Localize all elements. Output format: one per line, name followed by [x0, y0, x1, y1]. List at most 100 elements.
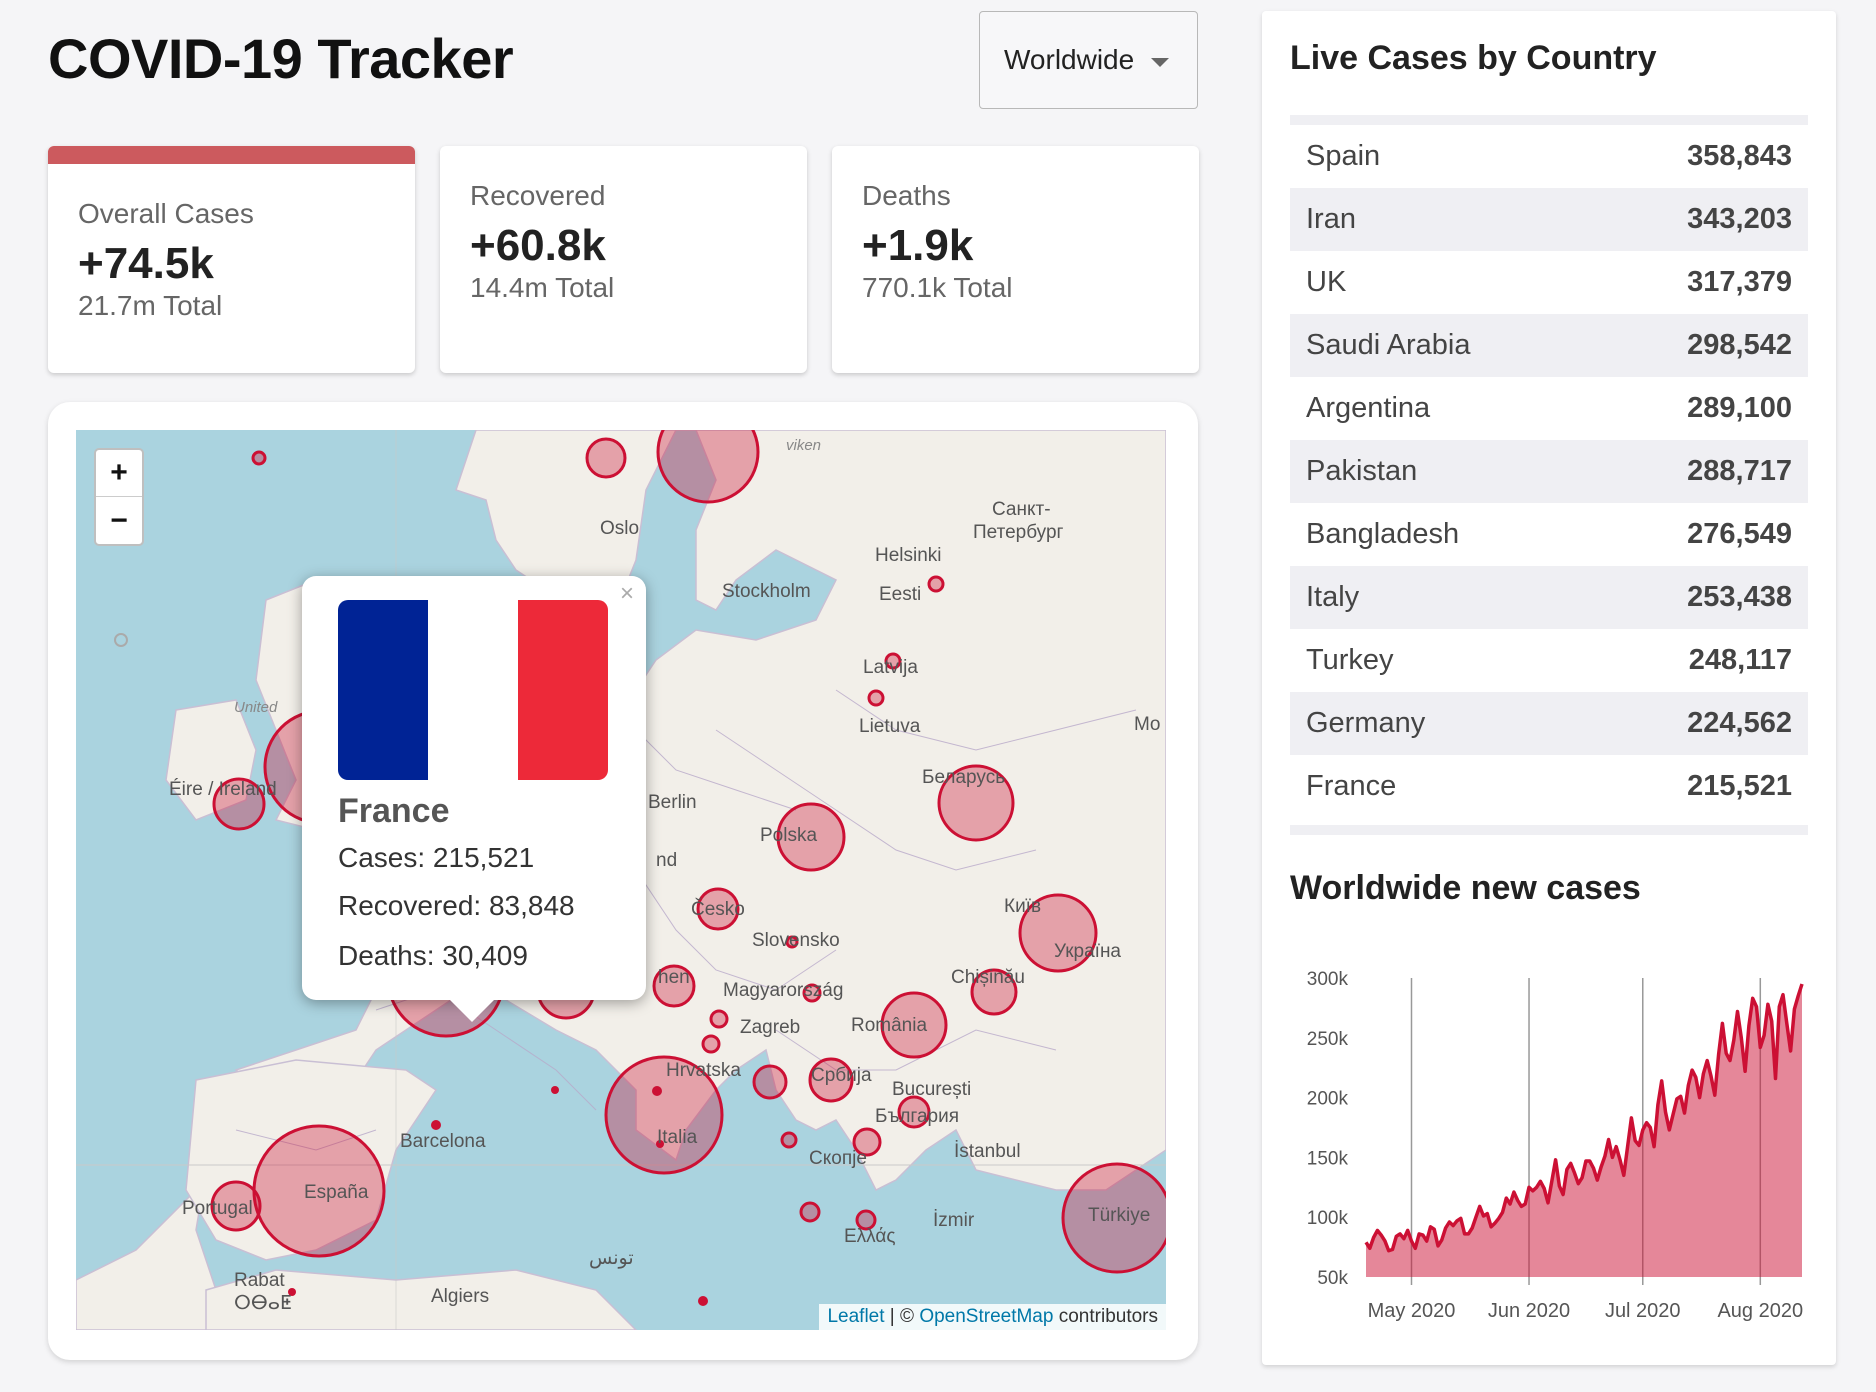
popup-cases: Cases: 215,521: [338, 842, 535, 873]
map-label: Magyarország: [723, 980, 844, 1001]
x-tick-label: Aug 2020: [1717, 1300, 1803, 1322]
attribution-contributors: contributors: [1053, 1306, 1158, 1327]
attribution-separator: | ©: [884, 1306, 920, 1327]
case-circle: [585, 437, 627, 479]
case-circle: [752, 1064, 788, 1100]
x-tick-label: Jun 2020: [1488, 1300, 1570, 1322]
stat-delta: +74.5k: [78, 239, 214, 288]
popup-country-name: France: [338, 792, 450, 830]
zoom-out-button[interactable]: −: [96, 497, 142, 544]
table-row: Italy 253,438: [1290, 566, 1808, 629]
case-circle: [780, 1131, 798, 1149]
map-label: Oslo: [600, 518, 640, 539]
table-row: Turkey 248,117: [1290, 629, 1808, 692]
map-label: Türkiye: [1088, 1205, 1151, 1226]
map-card: viken Oslo Stockholm Helsinki Санкт- Пет…: [48, 402, 1198, 1360]
france-flag: [338, 600, 608, 780]
chart-title: Worldwide new cases: [1290, 869, 1641, 907]
stat-title: Overall Cases: [78, 198, 254, 229]
new-cases-chart: May 2020 Jun 2020 Jul 2020 Aug 2020 50k 100k 1…: [1262, 931, 1836, 1331]
map-label: Helsinki: [875, 545, 942, 566]
case-dot: [652, 1086, 662, 1096]
country-cases: 288,717: [1687, 455, 1792, 487]
y-tick-label: 150k: [1307, 1148, 1349, 1169]
map-label: viken: [786, 437, 822, 454]
country-popup: × France Cases: 215,521 Recovered: 83,84…: [302, 576, 646, 1022]
close-icon[interactable]: ×: [620, 580, 634, 608]
map-label: Санкт-: [992, 499, 1051, 520]
map-label: İstanbul: [954, 1141, 1021, 1162]
country-cases: 358,843: [1687, 140, 1792, 172]
country-name: Spain: [1306, 140, 1381, 172]
table-row: Pakistan 288,717: [1290, 440, 1808, 503]
map-label: nd: [656, 850, 678, 871]
map-label: Eesti: [879, 584, 922, 605]
popup-recovered: Recovered: 83,848: [338, 890, 575, 921]
country-select-value: Worldwide: [1004, 44, 1135, 75]
map-label: Lietuva: [859, 716, 921, 737]
map-label: ⵔⴱⴰⵟ: [234, 1293, 292, 1314]
country-cases: 248,117: [1688, 644, 1792, 676]
caret-down-icon: [1151, 58, 1169, 67]
zoom-in-button[interactable]: +: [96, 450, 142, 497]
leaflet-link[interactable]: Leaflet: [827, 1306, 884, 1327]
table-row: Iran 343,203: [1290, 188, 1808, 251]
table-row: UK 317,379: [1290, 251, 1808, 314]
map-label: Éire / Ireland: [169, 779, 277, 800]
country-name: Italy: [1306, 581, 1360, 613]
case-circle: [709, 1009, 729, 1029]
map-label: Zagreb: [740, 1017, 801, 1038]
case-circle: [251, 450, 267, 466]
map-label: Скопје: [809, 1148, 867, 1169]
map-label: Latvija: [863, 657, 918, 678]
country-name: Bangladesh: [1306, 518, 1460, 550]
country-name: France: [1306, 770, 1397, 802]
map[interactable]: viken Oslo Stockholm Helsinki Санкт- Пет…: [76, 430, 1166, 1330]
map-label: Stockholm: [722, 581, 811, 602]
map-label: Hrvatska: [666, 1060, 741, 1081]
live-cases-panel: Live Cases by Country Spain 358,843 Iran 34…: [1262, 11, 1836, 1365]
country-cases: 224,562: [1687, 707, 1792, 739]
country-cases: 276,549: [1687, 518, 1792, 550]
table-row: Bangladesh 276,549: [1290, 503, 1808, 566]
case-circle: [701, 1034, 721, 1054]
country-name: Germany: [1306, 707, 1426, 739]
map-label: България: [875, 1106, 959, 1127]
map-label: Беларусь: [922, 767, 1006, 788]
y-tick-label: 200k: [1307, 1089, 1349, 1110]
map-label: hen: [658, 967, 690, 988]
y-tick-label: 100k: [1307, 1208, 1349, 1229]
map-label: تونس: [589, 1248, 634, 1269]
country-name: Pakistan: [1306, 455, 1418, 487]
stat-total: 21.7m Total: [78, 290, 223, 321]
x-tick-label: May 2020: [1368, 1300, 1456, 1322]
map-label: Berlin: [648, 792, 697, 813]
map-label: Київ: [1004, 896, 1042, 917]
stat-total: 770.1k Total: [862, 272, 1013, 303]
stat-title: Recovered: [470, 180, 606, 211]
stat-card-cases[interactable]: Overall Cases +74.5k 21.7m Total: [48, 146, 415, 373]
country-name: Turkey: [1306, 644, 1394, 676]
osm-link[interactable]: OpenStreetMap: [919, 1306, 1053, 1327]
stat-delta: +1.9k: [862, 221, 974, 270]
stat-card-recovered[interactable]: Recovered +60.8k 14.4m Total: [440, 146, 807, 373]
stat-card-deaths[interactable]: Deaths +1.9k 770.1k Total: [832, 146, 1199, 373]
country-name: Saudi Arabia: [1306, 329, 1471, 361]
map-label: Ελλάς: [844, 1226, 896, 1247]
map-label: Česko: [691, 899, 745, 920]
case-circle: [927, 575, 945, 593]
chart-svg: May 2020 Jun 2020 Jul 2020 Aug 2020 50k 100k 1…: [1307, 969, 1804, 1322]
map-label: España: [304, 1182, 369, 1203]
case-dot: [551, 1086, 559, 1094]
country-cases: 289,100: [1687, 392, 1792, 424]
y-tick-label: 50k: [1317, 1268, 1348, 1289]
map-label: Mo: [1134, 714, 1161, 735]
country-name: UK: [1306, 266, 1347, 298]
country-select[interactable]: Worldwide: [979, 11, 1198, 109]
country-name: Iran: [1306, 203, 1356, 235]
country-cases: 298,542: [1687, 329, 1792, 361]
flag-stripe: [428, 600, 518, 780]
country-cases: 215,521: [1687, 770, 1792, 802]
country-name: Argentina: [1306, 392, 1431, 424]
map-label: Chișinău: [951, 967, 1025, 988]
